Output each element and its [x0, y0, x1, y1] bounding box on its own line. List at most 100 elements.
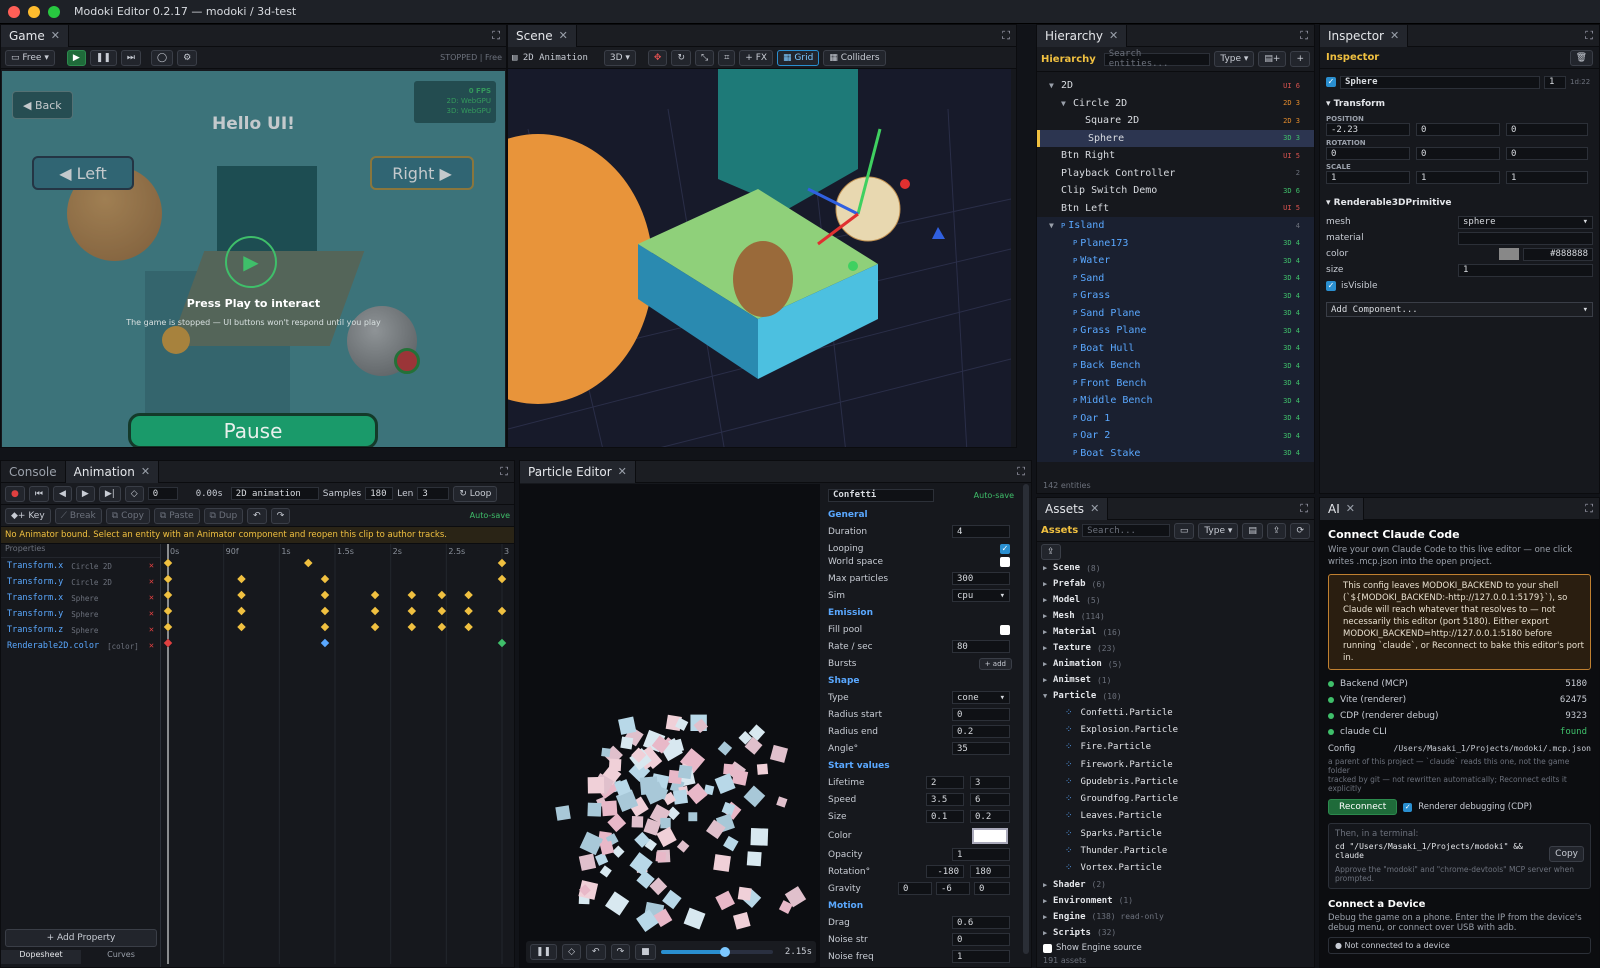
scale-tool-icon[interactable]: ⤡ — [695, 49, 715, 66]
particle-scrollbar[interactable] — [1023, 484, 1029, 954]
maximize-icon[interactable]: ⛶ — [1002, 29, 1010, 43]
hierarchy-item[interactable]: P Oar 1 3D 4 — [1037, 409, 1314, 427]
play-overlay-icon[interactable]: ▶ — [225, 236, 277, 288]
asset-folder[interactable]: ▶ Mesh (114) — [1043, 608, 1314, 624]
upload-icon[interactable]: ⇪ — [1266, 522, 1287, 539]
keyframe[interactable] — [464, 622, 473, 632]
maximize-icon[interactable]: ⛶ — [1017, 465, 1025, 479]
asset-item[interactable]: ⁘ Groundfog.Particle — [1043, 790, 1314, 807]
pos-x-input[interactable]: -2.23 — [1326, 123, 1410, 136]
keyframe[interactable] — [497, 558, 507, 568]
asset-item[interactable]: ⁘ Thunder.Particle — [1043, 842, 1314, 859]
scale-z-input[interactable]: 1 — [1506, 171, 1588, 184]
radius-end-input[interactable]: 0.2 — [952, 725, 1010, 738]
hierarchy-item[interactable]: Square 2D 2D 3 — [1037, 112, 1314, 130]
entity-layer[interactable]: 1 — [1544, 75, 1566, 89]
color-swatch[interactable] — [1499, 248, 1519, 260]
asset-item[interactable]: ⁘ Fire.Particle — [1043, 739, 1314, 756]
entity-name-input[interactable]: Sphere — [1340, 75, 1540, 89]
redo-icon[interactable]: ↷ — [270, 507, 291, 524]
keyframe[interactable] — [304, 558, 313, 568]
expand-chevron-icon[interactable]: ▼ — [1049, 81, 1061, 90]
new-folder-icon[interactable]: ▤ — [1242, 522, 1263, 539]
psize-min-input[interactable]: 0.1 — [926, 810, 964, 823]
play-anim-button[interactable]: ▶ — [75, 485, 95, 502]
tab-assets[interactable]: Assets ✕ — [1037, 498, 1109, 520]
hierarchy-item[interactable]: Sphere 3D 3 — [1037, 129, 1314, 147]
drag-input[interactable]: 0.6 — [952, 916, 1010, 929]
delete-entity-icon[interactable]: 🗑 — [1569, 49, 1593, 66]
reconnect-button[interactable]: Reconnect — [1328, 799, 1398, 815]
play-button[interactable]: ▶ — [66, 49, 86, 66]
record-button[interactable]: ◯ — [151, 49, 174, 66]
sim-select[interactable]: cpu ▾ — [952, 589, 1010, 602]
type-filter[interactable]: Type ▾ — [1214, 51, 1255, 67]
rot-x-input[interactable]: 0 — [1326, 147, 1410, 160]
maxparticles-input[interactable]: 300 — [952, 572, 1010, 585]
noise-freq-input[interactable]: 1 — [952, 950, 1010, 963]
pause-game-button[interactable]: Pause — [128, 413, 378, 447]
hierarchy-item[interactable]: Playback Controller 2 — [1037, 165, 1314, 183]
assets-type-filter[interactable]: Type ▾ — [1198, 522, 1239, 539]
maximize-icon[interactable]: ⛶ — [1300, 29, 1308, 43]
tab-dopesheet[interactable]: Dopesheet — [1, 950, 81, 964]
hierarchy-item[interactable]: P Sand 3D 4 — [1037, 269, 1314, 287]
expand-chevron-icon[interactable]: ▶ — [1043, 580, 1053, 588]
renderable-header[interactable]: ▾ Renderable3DPrimitive — [1326, 198, 1593, 208]
pos-z-input[interactable]: 0 — [1506, 123, 1588, 136]
dup-key-button[interactable]: ⧉ Dup — [203, 507, 244, 524]
size-input[interactable]: 1 — [1458, 263, 1593, 277]
asset-item[interactable]: ⁘ Sparks.Particle — [1043, 825, 1314, 842]
settings-icon[interactable]: ⚙ — [177, 49, 198, 66]
scale-x-input[interactable]: 1 — [1326, 171, 1410, 184]
asset-folder[interactable]: ▶ Engine (138) read-only — [1043, 909, 1314, 925]
opacity-input[interactable]: 1 — [952, 848, 1010, 861]
expand-chevron-icon[interactable]: ▶ — [1043, 660, 1053, 668]
asset-folder[interactable]: ▼ Particle (10) — [1043, 688, 1314, 704]
move-tool-icon[interactable]: ✥ — [647, 49, 668, 66]
expand-chevron-icon[interactable]: ▶ — [1043, 612, 1053, 620]
rewind-icon[interactable]: ↶ — [586, 944, 606, 960]
transform-header[interactable]: ▾ Transform — [1326, 99, 1593, 109]
rot-z-input[interactable]: 0 — [1506, 147, 1588, 160]
keyframe[interactable] — [437, 606, 447, 616]
remove-track-icon[interactable]: ✕ — [149, 609, 154, 619]
zoom-window-button[interactable] — [48, 5, 60, 18]
tab-console[interactable]: Console — [1, 461, 66, 483]
hierarchy-item[interactable]: P Boat Stake 3D 4 — [1037, 444, 1314, 462]
expand-chevron-icon[interactable]: ▶ — [1043, 628, 1053, 636]
color-hex-input[interactable]: #888888 — [1523, 247, 1593, 261]
shape-section[interactable]: Shape — [822, 672, 1022, 689]
game-viewport[interactable]: ◀ Back Hello UI! 0 FPS 2D: WebGPU 3D: We… — [2, 71, 505, 447]
export-icon[interactable]: ⇪ — [1041, 544, 1061, 560]
keyframe[interactable] — [320, 590, 330, 600]
start-values-section[interactable]: Start values — [822, 757, 1022, 774]
scale-y-input[interactable]: 1 — [1416, 171, 1500, 184]
tab-game[interactable]: Game ✕ — [1, 25, 69, 47]
snap-icon[interactable]: ⌗ — [718, 49, 736, 66]
asset-folder[interactable]: ▶ Environment (1) — [1043, 893, 1314, 909]
keyframe[interactable] — [407, 606, 417, 616]
hierarchy-item[interactable]: P Back Bench 3D 4 — [1037, 357, 1314, 375]
restart-preview-button[interactable]: ◇ — [562, 944, 582, 960]
pos-y-input[interactable]: 0 — [1416, 123, 1500, 136]
close-icon[interactable]: ✕ — [51, 29, 60, 42]
hierarchy-search-input[interactable]: Search entities... — [1103, 49, 1211, 69]
worldspace-checkbox[interactable] — [1000, 556, 1010, 567]
rotate-tool-icon[interactable]: ↻ — [671, 49, 692, 66]
hierarchy-item[interactable]: ▼ Circle 2D 2D 3 — [1037, 95, 1314, 113]
keyframe[interactable] — [237, 622, 246, 632]
expand-chevron-icon[interactable]: ▶ — [1043, 644, 1053, 652]
speed-min-input[interactable]: 3.5 — [926, 793, 964, 806]
emission-section[interactable]: Emission — [822, 604, 1022, 621]
keyframe[interactable] — [497, 574, 507, 584]
particle-preview[interactable]: ❚❚ ◇ ↶ ↷ ■ 2.15s — [520, 484, 820, 967]
track-row[interactable]: Transform.y Sphere ✕ — [1, 606, 160, 622]
maximize-icon[interactable]: ⛶ — [1585, 502, 1593, 516]
preview-scrubber[interactable] — [660, 947, 773, 957]
maximize-icon[interactable]: ⛶ — [1300, 502, 1308, 516]
keyframe[interactable] — [163, 606, 173, 616]
gravity-x-input[interactable]: 0 — [898, 882, 932, 895]
hierarchy-item[interactable]: P Grass 3D 4 — [1037, 287, 1314, 305]
remove-track-icon[interactable]: ✕ — [149, 641, 154, 651]
